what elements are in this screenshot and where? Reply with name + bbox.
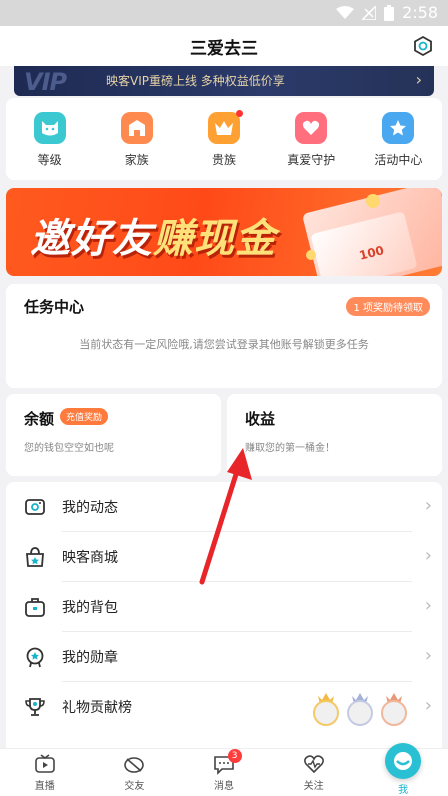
me-icon [385,743,422,779]
chevron-right-icon: › [424,495,432,516]
earnings-desc: 赚取您的第一桶金！ [245,443,335,454]
chevron-right-icon: › [424,695,432,716]
balance-title: 余额 [24,410,55,428]
shop-icon [26,547,44,567]
tab-live[interactable]: 直播 [0,749,90,796]
bottom-tab-bar: 直播 交友 3 消息 关注 我 [0,743,448,796]
tab-messages[interactable]: 3 消息 [179,749,269,796]
grid-item-true-love[interactable]: 真爱守护 [268,98,355,180]
trophy-icon [25,698,45,716]
notification-dot [236,110,243,117]
menu-item-gift-ranking[interactable]: 礼物贡献榜 › [6,682,442,732]
task-risk-message: 当前状态有一定风险哦,请您尝试登录其他账号解锁更多任务 [79,338,369,351]
quick-entry-grid: 等级 家族 贵族 真爱守护 活动中心 [6,98,442,180]
tab-me[interactable]: 我 [358,743,448,796]
wifi-icon [336,5,355,19]
grid-item-level[interactable]: 等级 [6,98,93,180]
crown-icon [208,110,243,144]
balance-card[interactable]: 余额 充值奖励 您的钱包空空如也呢 [6,394,221,476]
menu-label: 我的动态 [62,500,118,516]
live-icon [34,754,55,773]
grid-label: 真爱守护 [287,153,336,167]
menu-item-my-posts[interactable]: 我的动态 › [6,482,442,532]
grid-label: 等级 [37,153,62,167]
tab-label: 关注 [303,781,324,792]
task-center-card[interactable]: 任务中心 1 项奖励待领取 当前状态有一定风险哦,请您尝试登录其他账号解锁更多任… [6,284,442,388]
menu-label: 我的勋章 [62,650,118,666]
tab-follow[interactable]: 关注 [269,749,359,796]
gold-crown-avatar-icon [313,693,339,726]
menu-label: 礼物贡献榜 [62,700,132,716]
invite-friends-banner[interactable]: 100 邀好友赚现金 [6,188,442,276]
banner-title-part1: 邀好友 [30,216,153,262]
status-time: 2:58 [402,3,438,22]
coin-decoration [366,194,380,208]
grid-label: 活动中心 [374,153,423,167]
star-icon [382,112,415,144]
menu-label: 我的背包 [62,600,118,616]
menu-label: 映客商城 [62,550,118,566]
tab-friends[interactable]: 交友 [90,749,180,796]
friends-icon [124,757,145,773]
coin-decoration [306,250,316,260]
grid-label: 家族 [124,153,149,167]
vip-text: 映客VIP重磅上线 多种权益低价享 [106,74,285,88]
recharge-reward-badge[interactable]: 充值奖励 [60,408,109,425]
menu-item-shop[interactable]: 映客商城 › [6,532,442,582]
menu-item-medals[interactable]: 我的勋章 › [6,632,442,682]
backpack-icon [25,598,45,617]
top-contributors [312,688,408,726]
task-center-title: 任务中心 [24,298,85,316]
no-signal-icon [362,5,377,20]
earnings-card[interactable]: 收益 赚取您的第一桶金！ [227,394,442,476]
heart-guard-icon [295,112,328,144]
balance-desc: 您的钱包空空如也呢 [24,443,114,454]
cat-icon [33,112,66,144]
settings-icon[interactable] [412,35,434,57]
chevron-right-icon: › [424,595,432,616]
tab-label: 我 [398,785,409,796]
banner-title-part2: 赚现金 [153,216,276,262]
follow-icon [303,755,324,774]
menu-item-backpack[interactable]: 我的背包 › [6,582,442,632]
tab-label: 直播 [34,781,55,792]
banner-title: 邀好友赚现金 [30,206,276,264]
battery-icon [384,4,395,21]
reward-badge[interactable]: 1 项奖励待领取 [346,297,430,316]
grid-item-activity[interactable]: 活动中心 [355,98,442,180]
family-icon [120,112,153,144]
photo-icon [25,499,45,515]
earnings-title: 收益 [245,410,276,428]
bronze-crown-avatar-icon [381,693,407,726]
vip-logo: VIP [24,68,67,96]
tab-label: 消息 [213,781,234,792]
medal-icon [26,647,44,668]
top-header: 三爱去三 [0,26,448,66]
chevron-right-icon: › [424,645,432,666]
grid-item-family[interactable]: 家族 [93,98,180,180]
vip-banner[interactable]: VIP 映客VIP重磅上线 多种权益低价享 › [14,66,434,96]
tab-label: 交友 [124,781,145,792]
menu-list: 我的动态 › 映客商城 › 我的背包 › 我的勋章 › 礼物贡献榜 › [6,482,442,752]
page-title: 三爱去三 [190,39,258,59]
grid-label: 贵族 [212,153,237,167]
status-bar: 2:58 [0,0,448,26]
silver-crown-avatar-icon [347,693,373,726]
chevron-right-icon: › [415,70,422,89]
message-count-badge: 3 [227,749,242,763]
chevron-right-icon: › [424,545,432,566]
grid-item-noble[interactable]: 贵族 [180,98,267,180]
